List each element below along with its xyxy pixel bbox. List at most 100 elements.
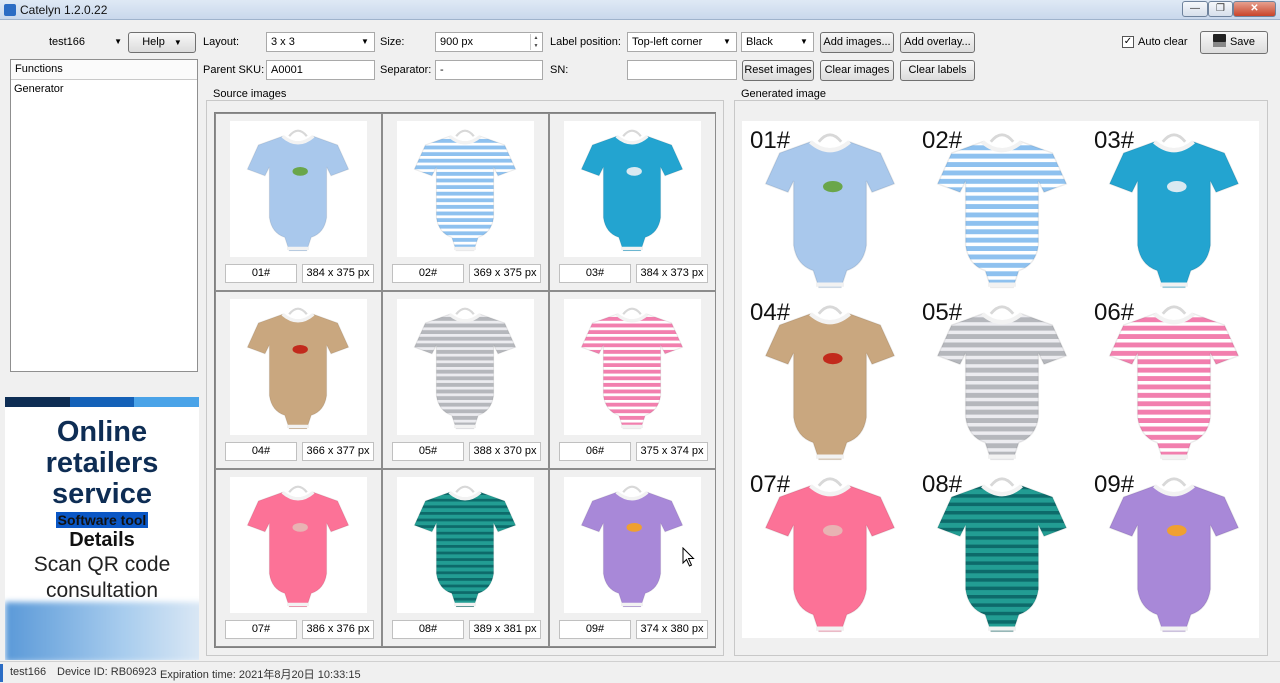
- image-label-field[interactable]: 06#: [559, 442, 631, 461]
- sn-input[interactable]: [627, 60, 737, 80]
- image-label-field[interactable]: 02#: [392, 264, 464, 283]
- layout-dropdown[interactable]: 3 x 3 ▼: [266, 32, 375, 52]
- source-thumbnail[interactable]: [397, 121, 534, 257]
- parent-sku-label: Parent SKU:: [203, 64, 265, 76]
- status-device-id: Device ID: RB06923: [57, 666, 157, 678]
- chevron-down-icon: ▼: [114, 37, 122, 46]
- generated-tile: 02#: [914, 121, 1086, 293]
- source-image-cell[interactable]: 05# 388 x 370 px: [382, 291, 549, 469]
- label-color-dropdown[interactable]: Black ▼: [741, 32, 814, 52]
- save-button[interactable]: Save: [1200, 31, 1268, 54]
- generated-tile-label: 02#: [922, 127, 963, 154]
- source-image-cell[interactable]: 07# 386 x 376 px: [215, 469, 382, 647]
- generated-tile-label: 08#: [922, 471, 963, 498]
- generated-tile: 03#: [1086, 121, 1258, 293]
- onesie-icon: [246, 485, 350, 608]
- user-selector[interactable]: test166 ▼: [10, 32, 124, 52]
- status-accent: [0, 664, 3, 682]
- reset-images-button[interactable]: Reset images: [742, 60, 814, 81]
- ad-line-2: retailers: [45, 447, 159, 479]
- image-label-field[interactable]: 03#: [559, 264, 631, 283]
- source-image-cell[interactable]: 04# 366 x 377 px: [215, 291, 382, 469]
- chevron-down-icon: ▼: [173, 38, 182, 47]
- add-overlay-button[interactable]: Add overlay...: [900, 32, 975, 53]
- source-image-cell[interactable]: 03# 384 x 373 px: [549, 113, 716, 291]
- onesie-icon: [580, 485, 684, 608]
- function-item-generator[interactable]: Generator: [11, 80, 197, 98]
- onesie-icon: [580, 129, 684, 252]
- generated-tile-label: 07#: [750, 471, 791, 498]
- minimize-button[interactable]: —: [1182, 1, 1208, 17]
- add-images-button[interactable]: Add images...: [820, 32, 894, 53]
- generated-tile: 06#: [1086, 293, 1258, 465]
- separator-input[interactable]: -: [435, 60, 543, 80]
- image-label-field[interactable]: 08#: [392, 620, 464, 639]
- functions-header: Functions: [11, 60, 197, 80]
- source-thumbnail[interactable]: [230, 121, 367, 257]
- chevron-down-icon: ▼: [800, 37, 808, 46]
- generated-tile: 09#: [1086, 465, 1258, 637]
- source-image-cell[interactable]: 01# 384 x 375 px: [215, 113, 382, 291]
- status-user: test166: [10, 666, 47, 678]
- auto-clear-label: Auto clear: [1138, 36, 1188, 48]
- source-images-title: Source images: [212, 88, 288, 100]
- separator-label: Separator:: [380, 64, 432, 76]
- image-label-field[interactable]: 07#: [225, 620, 297, 639]
- label-position-value: Top-left corner: [632, 36, 703, 48]
- ad-line-1: Online: [56, 416, 148, 448]
- source-image-cell[interactable]: 08# 389 x 381 px: [382, 469, 549, 647]
- source-thumbnail[interactable]: [230, 299, 367, 435]
- source-thumbnail[interactable]: [397, 477, 534, 613]
- image-label-field[interactable]: 05#: [392, 442, 464, 461]
- size-spinbox[interactable]: 900 px ▲ ▼: [435, 32, 543, 52]
- onesie-icon: [413, 485, 517, 608]
- source-thumbnail[interactable]: [564, 121, 701, 257]
- generated-tile: 01#: [742, 121, 914, 293]
- ad-line-3: service: [52, 478, 152, 510]
- size-value: 900 px: [440, 36, 474, 48]
- generated-image-canvas[interactable]: 01# 02# 03# 04# 05# 06# 07# 08# 09#: [742, 121, 1259, 638]
- layout-label: Layout:: [203, 36, 240, 48]
- generated-tile-label: 03#: [1094, 127, 1135, 154]
- app-icon: [4, 4, 16, 16]
- parent-sku-input[interactable]: A0001: [266, 60, 375, 80]
- onesie-icon: [413, 307, 517, 430]
- help-button-label: Help: [142, 36, 165, 48]
- status-bar: test166 Device ID: RB06923 Expiration ti…: [0, 661, 1280, 683]
- floppy-disk-icon: [1212, 34, 1226, 47]
- image-label-field[interactable]: 04#: [225, 442, 297, 461]
- source-image-cell[interactable]: 02# 369 x 375 px: [382, 113, 549, 291]
- ad-highlight-text: Software tool: [55, 512, 149, 528]
- source-thumbnail[interactable]: [397, 299, 534, 435]
- status-expiration: Expiration time: 2021年8月20日 10:33:15: [160, 669, 361, 681]
- source-thumbnail[interactable]: [230, 477, 367, 613]
- source-images-grid: 01# 384 x 375 px 02# 369 x 375 px 03# 384 x 3…: [214, 112, 716, 648]
- spin-arrows-icon[interactable]: ▲ ▼: [530, 34, 541, 50]
- source-thumbnail[interactable]: [564, 299, 701, 435]
- image-dimensions: 384 x 373 px: [636, 264, 708, 283]
- title-bar: Catelyn 1.2.0.22 — ❐ ✕: [0, 0, 1280, 20]
- image-label-field[interactable]: 01#: [225, 264, 297, 283]
- label-position-label: Label position:: [550, 36, 621, 48]
- ad-line-6: Scan QR code: [33, 553, 171, 576]
- auto-clear-checkbox[interactable]: ✓: [1122, 36, 1134, 48]
- ad-blurred-footer: [5, 602, 199, 660]
- maximize-button[interactable]: ❐: [1208, 1, 1233, 17]
- help-button[interactable]: Help ▼: [128, 32, 196, 53]
- clear-images-button[interactable]: Clear images: [820, 60, 894, 81]
- chevron-down-icon: ▼: [361, 37, 369, 46]
- label-position-dropdown[interactable]: Top-left corner ▼: [627, 32, 737, 52]
- image-dimensions: 384 x 375 px: [302, 264, 374, 283]
- source-image-cell[interactable]: 06# 375 x 374 px: [549, 291, 716, 469]
- image-dimensions: 366 x 377 px: [302, 442, 374, 461]
- generated-tile: 07#: [742, 465, 914, 637]
- source-thumbnail[interactable]: [564, 477, 701, 613]
- generated-tile-label: 04#: [750, 299, 791, 326]
- clear-labels-button[interactable]: Clear labels: [900, 60, 975, 81]
- ad-banner[interactable]: Online retailers service Software tool D…: [5, 397, 199, 660]
- image-label-field[interactable]: 09#: [559, 620, 631, 639]
- label-color-value: Black: [746, 36, 773, 48]
- close-button[interactable]: ✕: [1233, 1, 1276, 17]
- generated-tile-label: 01#: [750, 127, 791, 154]
- generated-tile-label: 09#: [1094, 471, 1135, 498]
